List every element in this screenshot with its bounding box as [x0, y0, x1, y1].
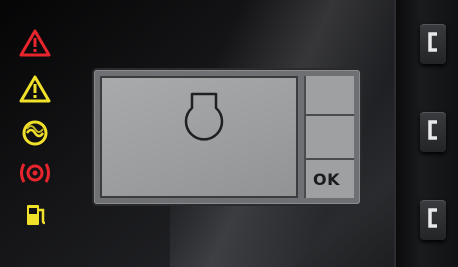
- alarm-warning-icon: [18, 28, 52, 62]
- softkey-strip: OK: [304, 76, 354, 198]
- glow-plug-icon: [18, 118, 52, 152]
- softkey-2[interactable]: [304, 116, 354, 160]
- instrument-panel: OK: [0, 0, 458, 267]
- side-button-1-icon: [428, 32, 437, 52]
- caution-warning-icon: [18, 74, 52, 108]
- side-button-3-icon: [428, 208, 437, 228]
- brake-warning-icon: [18, 158, 52, 192]
- display-module: OK: [94, 70, 360, 204]
- side-button-1[interactable]: [420, 24, 446, 64]
- lcd-screen: [100, 76, 298, 198]
- side-button-3[interactable]: [420, 200, 446, 240]
- fuel-icon: [18, 200, 52, 234]
- ok-softkey[interactable]: OK: [304, 160, 354, 198]
- side-button-2-icon: [428, 120, 437, 140]
- ok-label: OK: [313, 170, 340, 189]
- engine-coolant-icon: [184, 92, 224, 141]
- side-button-2[interactable]: [420, 112, 446, 152]
- softkey-1[interactable]: [304, 76, 354, 116]
